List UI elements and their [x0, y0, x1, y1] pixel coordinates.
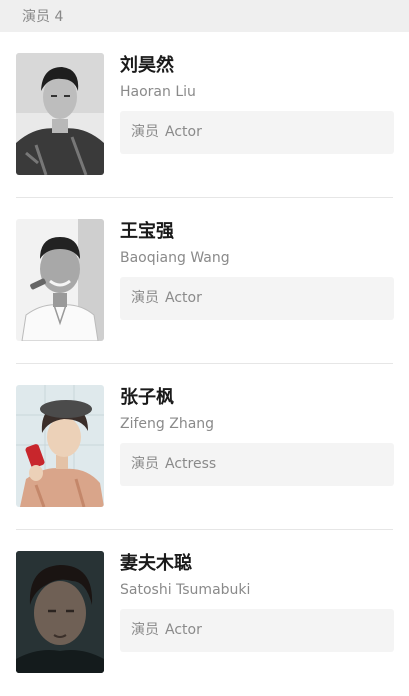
cast-item[interactable]: 张子枫 Zifeng Zhang 演员 Actress: [0, 364, 409, 530]
role-box: 演员 Actor: [120, 277, 394, 320]
role-value: Actor: [165, 124, 202, 140]
role-box: 演员 Actor: [120, 111, 394, 154]
actor-photo[interactable]: [16, 53, 104, 175]
role-box: 演员 Actress: [120, 443, 394, 486]
actor-name-chinese: 王宝强: [120, 221, 174, 242]
actor-name-english: Baoqiang Wang: [120, 250, 230, 266]
role-label: 演员: [131, 124, 159, 140]
cast-item[interactable]: 王宝强 Baoqiang Wang 演员 Actor: [0, 198, 409, 364]
actor-name-chinese: 刘昊然: [120, 55, 174, 76]
cast-list: 刘昊然 Haoran Liu 演员 Actor 王宝强 Baoqiang Wang: [0, 32, 409, 696]
role-label: 演员: [131, 622, 159, 638]
cast-item[interactable]: 刘昊然 Haoran Liu 演员 Actor: [0, 32, 409, 198]
role-label: 演员: [131, 456, 159, 472]
role-box: 演员 Actor: [120, 609, 394, 652]
actor-name-english: Haoran Liu: [120, 84, 196, 100]
actor-name-english: Zifeng Zhang: [120, 416, 215, 432]
cast-item[interactable]: 妻夫木聪 Satoshi Tsumabuki 演员 Actor: [0, 530, 409, 696]
actor-name-chinese: 张子枫: [120, 387, 174, 408]
section-header-actors: 演员 4: [0, 0, 409, 32]
role-value: Actress: [165, 456, 217, 472]
actor-photo[interactable]: [16, 385, 104, 507]
role-value: Actor: [165, 290, 202, 306]
actor-photo[interactable]: [16, 219, 104, 341]
role-value: Actor: [165, 622, 202, 638]
actor-name-chinese: 妻夫木聪: [120, 553, 192, 574]
actor-name-english: Satoshi Tsumabuki: [120, 582, 251, 598]
actor-photo[interactable]: [16, 551, 104, 673]
role-label: 演员: [131, 290, 159, 306]
